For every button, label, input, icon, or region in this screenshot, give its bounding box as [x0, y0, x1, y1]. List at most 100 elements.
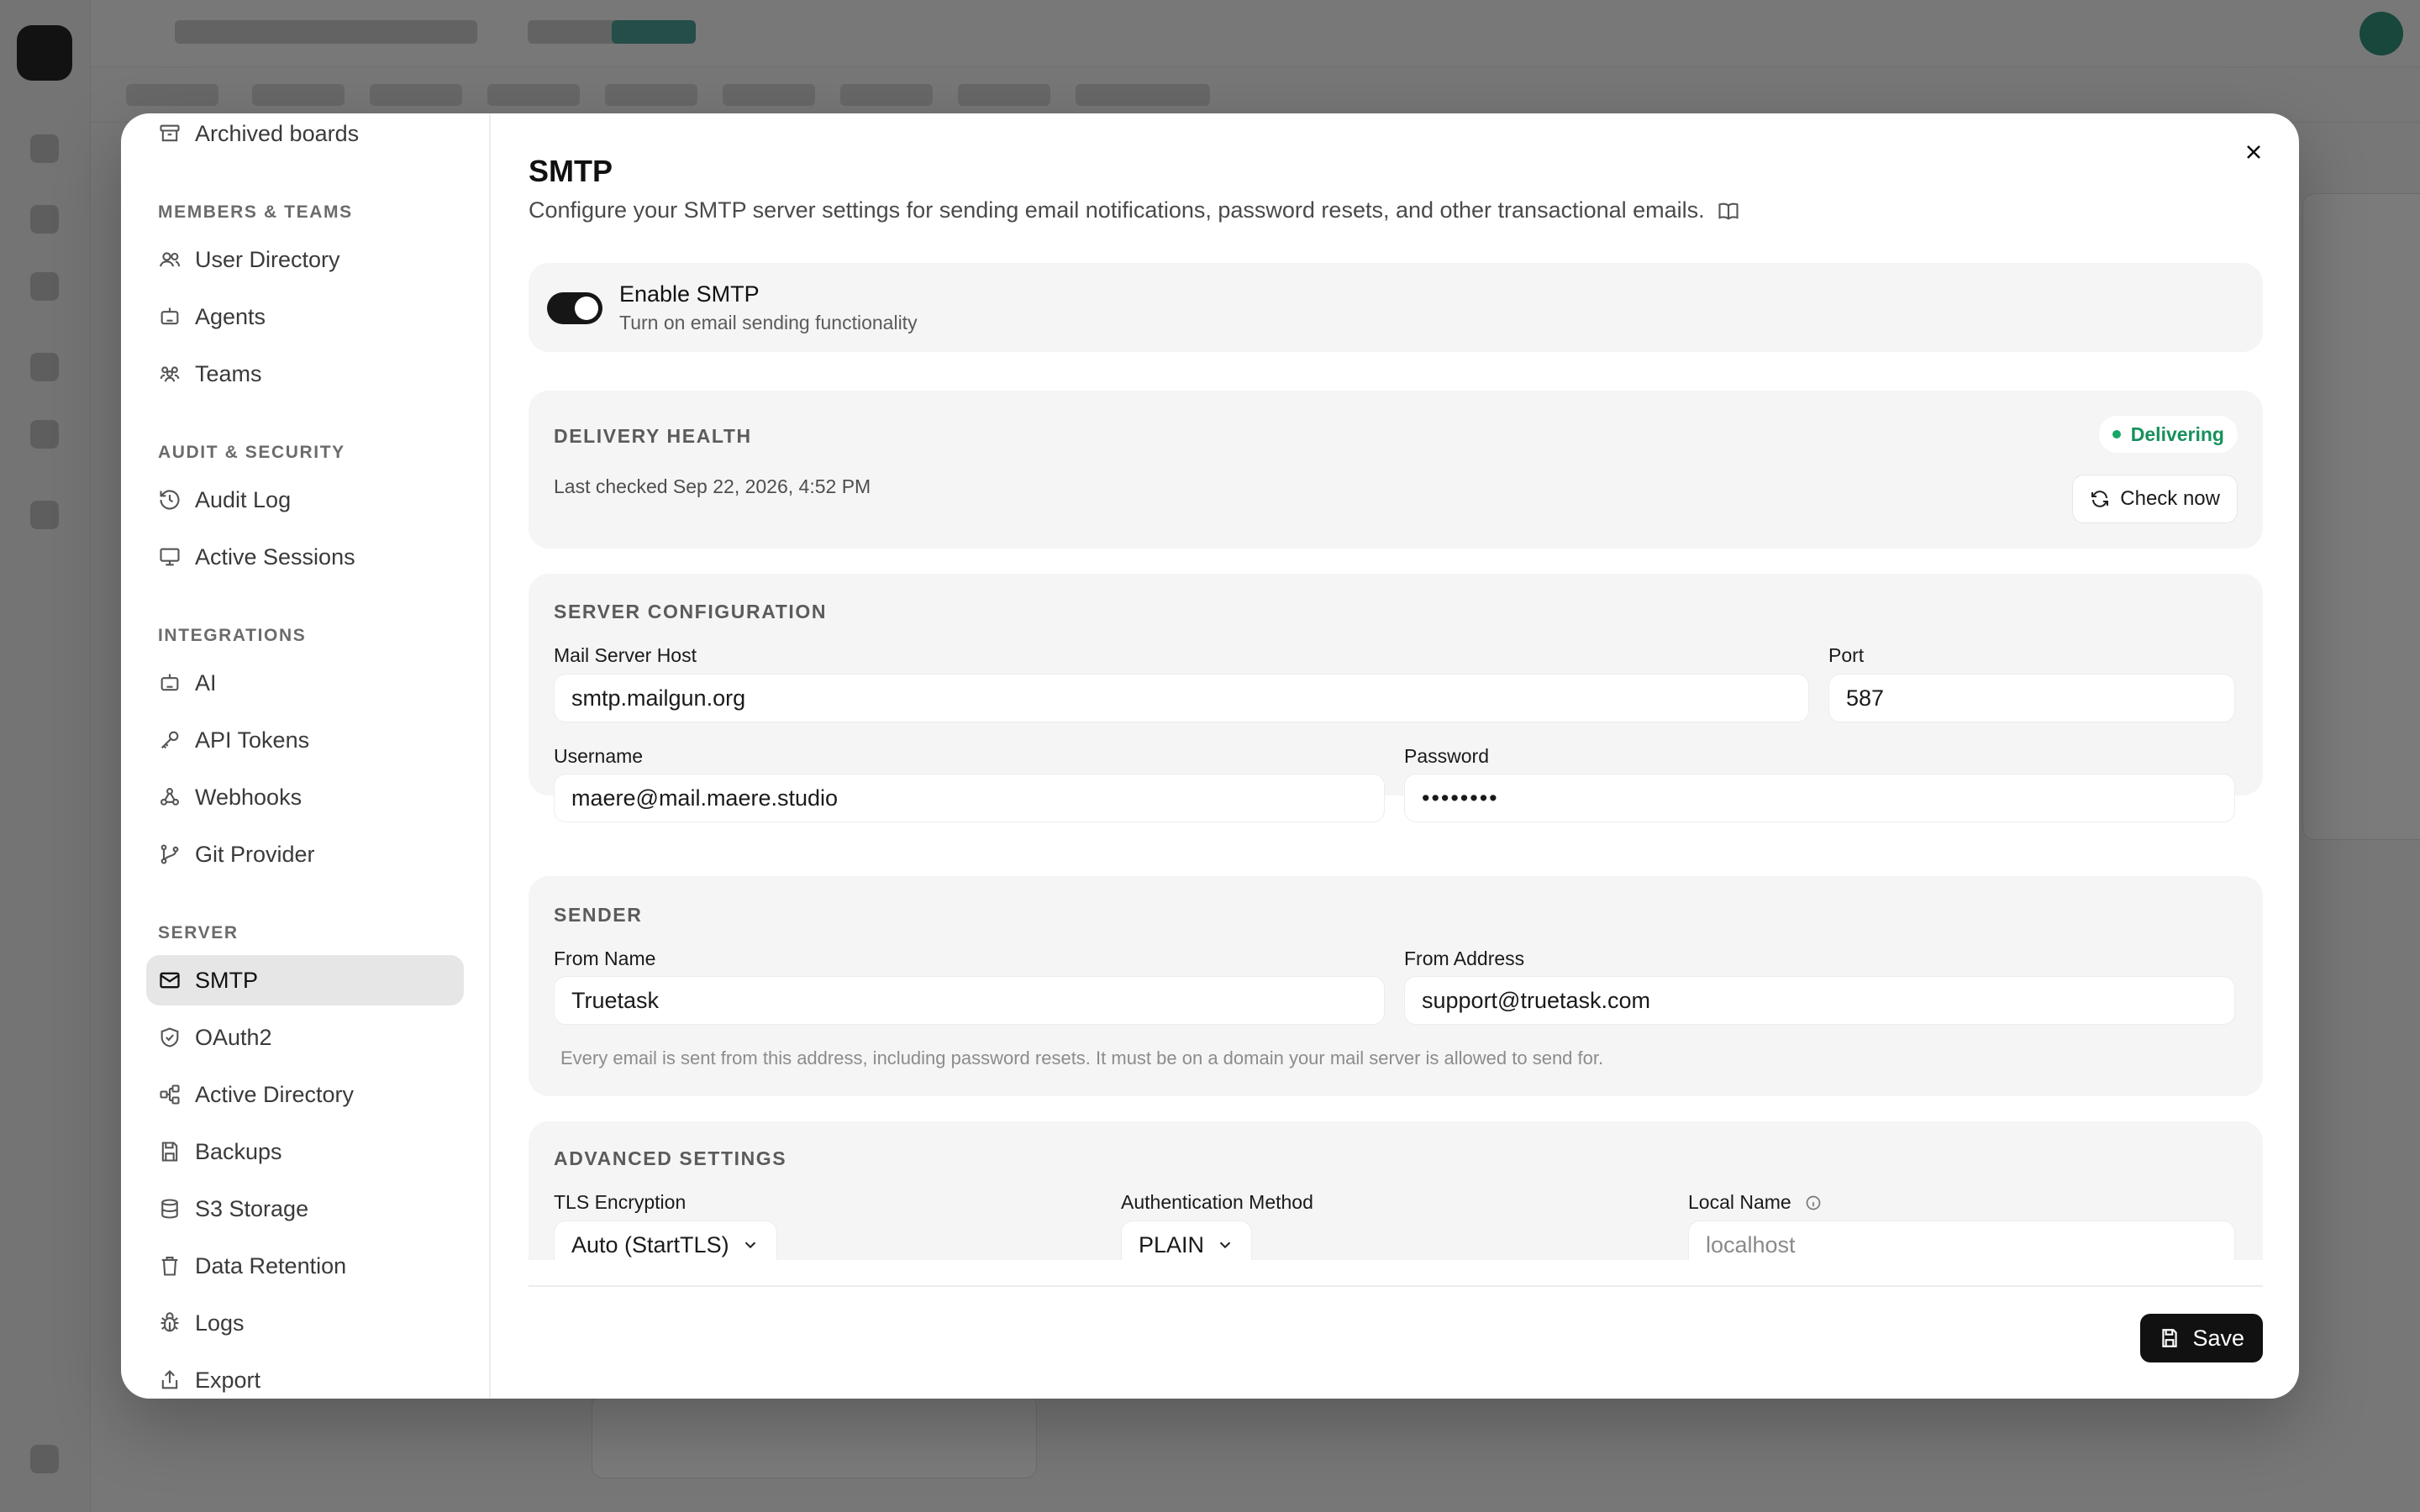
sidebar-item-label: S3 Storage: [195, 1195, 309, 1221]
save-icon: [2162, 1329, 2178, 1347]
authentication-method-select[interactable]: PLAIN: [1121, 1221, 1253, 1260]
check-now-label: Check now: [2120, 487, 2220, 510]
sidebar-item-logs[interactable]: Logs: [146, 1298, 464, 1348]
sidebar-item-agents[interactable]: Agents: [146, 291, 464, 342]
sidebar-section-integrations: INTEGRATIONS: [158, 626, 307, 645]
local-name-label: Local Name: [1688, 1191, 1822, 1214]
sidebar-item-label: AI: [195, 669, 217, 696]
sidebar-item-api-tokens[interactable]: API Tokens: [146, 715, 464, 765]
from-name-input[interactable]: Truetask: [554, 976, 1385, 1025]
sidebar-item-label: Archived boards: [195, 120, 360, 146]
status-badge-label: Delivering: [2130, 423, 2224, 445]
info-icon[interactable]: [1805, 1194, 1822, 1211]
delivery-health-card: DELIVERY HEALTH Last checked Sep 22, 202…: [529, 391, 2263, 549]
from-name-label: From Name: [554, 948, 656, 969]
authentication-method-label: Authentication Method: [1121, 1191, 1313, 1213]
sender-help-text: Every email is sent from this address, i…: [560, 1047, 1604, 1068]
sidebar-item-label: Agents: [195, 303, 266, 329]
chevron-down-icon: [744, 1242, 755, 1249]
page-title: SMTP: [529, 154, 613, 188]
sidebar-item-label: OAuth2: [195, 1024, 272, 1050]
archive-icon: [160, 124, 180, 142]
git-branch-icon: [160, 844, 179, 864]
sidebar-item-label: Git Provider: [195, 841, 315, 867]
mail-server-host-label: Mail Server Host: [554, 644, 697, 666]
sidebar-item-active-sessions[interactable]: Active Sessions: [146, 532, 464, 582]
sidebar-item-s3-storage[interactable]: S3 Storage: [146, 1184, 464, 1234]
sidebar-item-label: Active Sessions: [195, 543, 355, 570]
sidebar-item-smtp[interactable]: SMTP: [146, 955, 464, 1005]
smtp-settings-panel: SMTP Configure your SMTP server settings…: [491, 113, 2299, 1399]
sidebar-item-audit-log[interactable]: Audit Log: [146, 475, 464, 525]
section-title: SERVER CONFIGURATION: [554, 601, 828, 622]
tls-encryption-select[interactable]: Auto (StartTLS): [554, 1221, 777, 1260]
sidebar-item-label: Data Retention: [195, 1252, 347, 1278]
sidebar-item-webhooks[interactable]: Webhooks: [146, 772, 464, 822]
sidebar-section-audit-security: AUDIT & SECURITY: [158, 443, 345, 462]
users-icon: [159, 252, 181, 267]
team-icon: [160, 366, 180, 382]
password-input[interactable]: ••••••••: [1404, 774, 2235, 822]
sidebar-item-teams[interactable]: Teams: [146, 349, 464, 399]
sidebar-section-server: SERVER: [158, 923, 239, 942]
sender-card: SENDER From Name Truetask From Address s…: [529, 876, 2263, 1096]
sidebar-item-label: Teams: [195, 360, 262, 386]
enable-smtp-toggle[interactable]: [547, 292, 602, 324]
sidebar-item-label: Active Directory: [195, 1081, 355, 1107]
bot-icon: [160, 674, 179, 691]
section-title: ADVANCED SETTINGS: [554, 1147, 787, 1169]
share-icon: [161, 1370, 178, 1389]
status-badge: Delivering: [2098, 416, 2238, 453]
bot-icon: [160, 307, 179, 325]
history-icon: [160, 490, 180, 510]
mail-server-host-input[interactable]: smtp.mailgun.org: [554, 674, 1809, 722]
tls-encryption-value: Auto (StartTLS): [571, 1231, 729, 1257]
network-icon: [160, 1084, 180, 1105]
local-name-input[interactable]: localhost: [1688, 1221, 2235, 1260]
sidebar-item-backups[interactable]: Backups: [146, 1126, 464, 1177]
book-icon[interactable]: [1717, 199, 1740, 223]
sidebar-item-ai[interactable]: AI: [146, 658, 464, 708]
page-subtitle: Configure your SMTP server settings for …: [529, 197, 1740, 223]
section-title: DELIVERY HEALTH: [554, 425, 752, 447]
webhook-icon: [160, 788, 179, 806]
from-address-label: From Address: [1404, 948, 1525, 969]
status-dot-icon: [2112, 430, 2121, 438]
sidebar-item-user-directory[interactable]: User Directory: [146, 234, 464, 285]
advanced-settings-card: ADVANCED SETTINGS TLS Encryption Auto (S…: [529, 1121, 2263, 1260]
password-label: Password: [1404, 745, 1489, 767]
check-now-button[interactable]: Check now: [2072, 475, 2238, 523]
sidebar-item-oauth2[interactable]: OAuth2: [146, 1012, 464, 1063]
sidebar-item-label: Backups: [195, 1138, 282, 1164]
username-label: Username: [554, 745, 644, 767]
trash-icon: [161, 1257, 178, 1276]
database-icon: [161, 1199, 178, 1219]
sidebar-item-active-directory[interactable]: Active Directory: [146, 1069, 464, 1120]
enable-smtp-description: Turn on email sending functionality: [619, 312, 918, 333]
sidebar-item-git-provider[interactable]: Git Provider: [146, 829, 464, 879]
mail-icon: [160, 972, 180, 989]
tls-encryption-label: TLS Encryption: [554, 1191, 687, 1213]
settings-sidebar: Archived boards MEMBERS & TEAMS User Dir…: [121, 113, 491, 1399]
save-button[interactable]: Save: [2140, 1314, 2263, 1362]
sidebar-item-label: Export: [195, 1367, 261, 1393]
enable-smtp-label: Enable SMTP: [619, 281, 760, 307]
sidebar-item-data-retention[interactable]: Data Retention: [146, 1241, 464, 1291]
chevron-down-icon: [1219, 1242, 1231, 1249]
settings-modal: Archived boards MEMBERS & TEAMS User Dir…: [121, 113, 2299, 1399]
key-icon: [160, 731, 179, 749]
toggle-knob: [575, 297, 598, 320]
save-button-label: Save: [2192, 1325, 2244, 1351]
sidebar-item-export[interactable]: Export: [146, 1355, 464, 1399]
sidebar-item-label: Logs: [195, 1310, 245, 1336]
authentication-method-value: PLAIN: [1139, 1231, 1205, 1257]
sidebar-item-label: Webhooks: [195, 784, 302, 810]
local-name-label-text: Local Name: [1688, 1191, 1791, 1213]
port-input[interactable]: 587: [1828, 674, 2235, 722]
port-label: Port: [1828, 644, 1865, 666]
refresh-icon: [2091, 491, 2109, 507]
sidebar-item-archived-boards[interactable]: Archived boards: [146, 113, 464, 159]
username-input[interactable]: maere@mail.maere.studio: [554, 774, 1385, 822]
from-address-input[interactable]: support@truetask.com: [1404, 976, 2235, 1025]
settings-content[interactable]: SMTP Configure your SMTP server settings…: [529, 113, 2263, 1260]
